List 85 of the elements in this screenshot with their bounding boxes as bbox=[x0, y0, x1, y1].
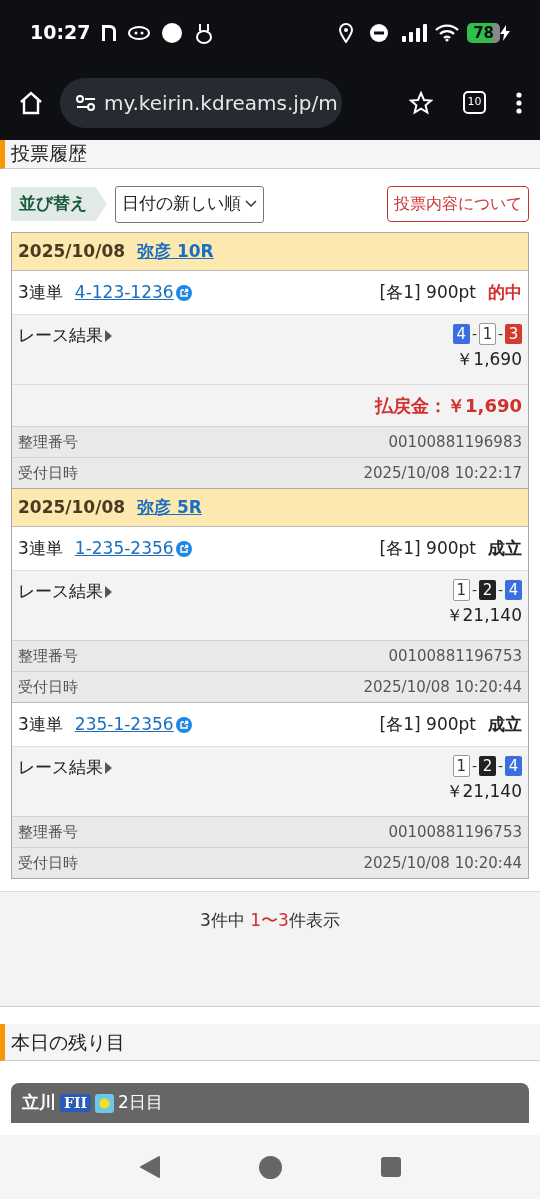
star-icon[interactable] bbox=[409, 90, 433, 115]
combination-link[interactable]: 1-235-2356 bbox=[74, 535, 174, 562]
sort-label: 並び替え bbox=[11, 187, 107, 221]
dash: - bbox=[497, 324, 503, 344]
race-result-toggle[interactable]: レース結果 bbox=[18, 323, 112, 349]
bet-type: 3連単 bbox=[18, 536, 63, 560]
rabbit-icon bbox=[194, 21, 215, 44]
field-label: 受付日時 bbox=[18, 852, 78, 874]
chevron-down-icon bbox=[245, 200, 257, 208]
back-icon[interactable] bbox=[139, 1155, 162, 1179]
recents-button[interactable] bbox=[380, 1157, 401, 1177]
dash: - bbox=[497, 580, 503, 600]
sort-select[interactable]: 日付の新しい順 bbox=[115, 185, 264, 223]
result-number: 2 bbox=[478, 580, 496, 600]
dash: - bbox=[471, 580, 477, 600]
race-result-toggle[interactable]: レース結果 bbox=[18, 755, 112, 781]
location-icon bbox=[339, 22, 354, 43]
result-number: 1 bbox=[478, 323, 496, 345]
venue-card[interactable]: 立川 FII 2日目 bbox=[11, 1083, 529, 1123]
section-title: 本日の残り目 bbox=[11, 1029, 125, 1055]
field-value: 00100881196753 bbox=[388, 821, 522, 843]
stake-amount: [各1] 900pt bbox=[379, 536, 476, 560]
url-text: my.keirin.kdreams.jp/m bbox=[104, 89, 338, 117]
field-value: 2025/10/08 10:20:44 bbox=[363, 852, 522, 874]
triangle-icon bbox=[105, 761, 112, 774]
battery-level: 78 bbox=[467, 22, 500, 43]
race-link[interactable]: 弥彦 10R bbox=[137, 238, 214, 265]
result-number: 1 bbox=[452, 755, 470, 777]
bet-type: 3連単 bbox=[18, 712, 63, 736]
dash: - bbox=[471, 756, 477, 776]
result-number: 2 bbox=[478, 756, 496, 776]
race-result-toggle[interactable]: レース結果 bbox=[18, 579, 112, 605]
more-options-icon[interactable] bbox=[516, 91, 522, 114]
external-link-icon bbox=[175, 540, 192, 557]
do-not-disturb-icon bbox=[369, 22, 390, 43]
result-number: 4 bbox=[452, 324, 470, 344]
result-number: 3 bbox=[505, 324, 522, 344]
bet-type: 3連単 bbox=[18, 280, 63, 304]
bet-status: 成立 bbox=[488, 712, 522, 736]
field-label: 整理番号 bbox=[18, 821, 78, 843]
triangle-icon bbox=[105, 585, 112, 598]
pagination-summary: 3件中 1〜3件表示 bbox=[200, 909, 340, 932]
field-value: 00100881196983 bbox=[388, 431, 522, 453]
field-label: 整理番号 bbox=[18, 431, 78, 453]
result-number: 1 bbox=[452, 579, 470, 601]
home-icon[interactable] bbox=[18, 89, 44, 116]
sun-icon bbox=[95, 1093, 115, 1113]
field-label: 受付日時 bbox=[18, 676, 78, 698]
bet-status: 的中 bbox=[488, 280, 522, 304]
refund-amount: 払戻金：￥1,690 bbox=[375, 394, 522, 418]
clock: 10:27 bbox=[30, 20, 91, 46]
field-value: 2025/10/08 10:20:44 bbox=[363, 676, 522, 698]
race-date: 2025/10/08 bbox=[18, 495, 126, 519]
bet-status: 成立 bbox=[488, 536, 522, 560]
venue-name: 立川 bbox=[22, 1091, 56, 1115]
external-link-icon bbox=[175, 284, 192, 301]
field-label: 整理番号 bbox=[18, 645, 78, 667]
field-label: 受付日時 bbox=[18, 462, 78, 484]
combination-link[interactable]: 235-1-2356 bbox=[74, 711, 174, 738]
payout-amount: ￥21,140 bbox=[445, 604, 522, 627]
section-title: 投票履歴 bbox=[11, 140, 87, 166]
dash: - bbox=[497, 756, 503, 776]
field-value: 00100881196753 bbox=[388, 645, 522, 667]
result-number: 4 bbox=[505, 756, 522, 776]
external-link-icon bbox=[175, 716, 192, 733]
signal-icon bbox=[401, 23, 428, 42]
triangle-icon bbox=[105, 329, 112, 342]
race-date: 2025/10/08 bbox=[18, 239, 126, 263]
site-settings-icon bbox=[76, 93, 96, 112]
result-number: 4 bbox=[505, 580, 522, 600]
home-button[interactable] bbox=[259, 1155, 283, 1179]
combination-link[interactable]: 4-123-1236 bbox=[74, 279, 174, 306]
dash: - bbox=[471, 324, 477, 344]
wifi-icon bbox=[435, 23, 460, 42]
payout-amount: ￥21,140 bbox=[445, 780, 522, 803]
race-day: 2日目 bbox=[118, 1090, 163, 1116]
address-bar[interactable]: my.keirin.kdreams.jp/m bbox=[60, 77, 342, 128]
stake-amount: [各1] 900pt bbox=[379, 280, 476, 304]
bet-info-button[interactable]: 投票内容について bbox=[387, 186, 529, 222]
tab-count-button[interactable]: 10 bbox=[463, 91, 486, 114]
payout-amount: ￥1,690 bbox=[456, 348, 522, 371]
grade-badge: FII bbox=[60, 1094, 92, 1112]
race-link[interactable]: 弥彦 5R bbox=[137, 494, 202, 521]
field-value: 2025/10/08 10:22:17 bbox=[363, 462, 522, 484]
stake-amount: [各1] 900pt bbox=[379, 712, 476, 736]
